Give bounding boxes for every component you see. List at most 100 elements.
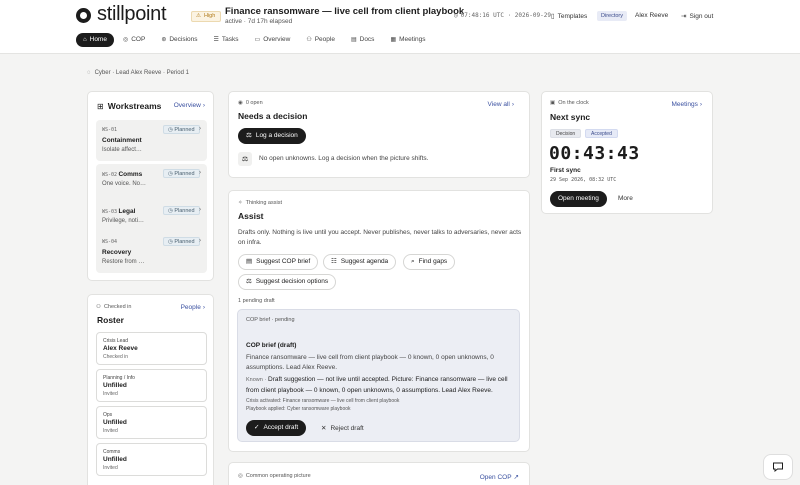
decisions-icon: ⊛	[161, 37, 167, 43]
roster-role: Planning / Info	[103, 375, 135, 381]
accept-draft-button[interactable]: ✓ Accept draft	[246, 420, 307, 436]
nav-label: Tasks	[221, 36, 239, 43]
nav-overview[interactable]: ▭ Overview	[248, 33, 298, 47]
suggest-agenda-button[interactable]: ☷ Suggest agenda	[323, 254, 397, 270]
brand-name[interactable]: stillpoint	[97, 3, 167, 26]
button-label: Suggest decision options	[255, 278, 329, 285]
workstreams-title: Workstreams	[107, 101, 162, 111]
sparkle-icon: ✧	[238, 200, 243, 206]
view-all-link[interactable]: View all ›	[488, 101, 514, 108]
roster-status: Checked in	[103, 354, 129, 360]
meetings-link[interactable]: Meetings ›	[671, 101, 702, 108]
people-icon: ⚇	[306, 37, 312, 43]
countdown-timer: 00:43:43	[549, 143, 640, 164]
people-icon: ⚇	[96, 304, 101, 310]
nav-tasks[interactable]: ☰ Tasks	[207, 33, 246, 47]
draft-meta: Playbook applied: Cyber ransomware playb…	[246, 406, 351, 412]
suggest-decision-options-button[interactable]: ⚖ Suggest decision options	[238, 274, 337, 290]
cop-card: ◎ Common operating picture Open COP ↗	[228, 462, 530, 485]
clock-square-icon: ▣	[550, 100, 556, 106]
find-gaps-button[interactable]: ⌕ Find gaps	[403, 254, 456, 270]
sync-datetime: 29 Sep 2026, 08:32 UTC	[550, 177, 617, 183]
roster-item[interactable]: Crisis Lead Alex Reeve Checked in	[96, 332, 207, 365]
grid-icon: ⊞	[97, 101, 104, 111]
open-meeting-button[interactable]: Open meeting	[550, 191, 607, 207]
roster-title: Roster	[97, 315, 124, 325]
roster-item[interactable]: Planning / Info Unfilled Invited	[96, 369, 207, 402]
main-nav: ⌂ Home ◎ COP ⊛ Decisions ☰ Tasks ▭ Overview ⚇…	[76, 33, 432, 47]
kicker-text: Common operating picture	[245, 473, 311, 479]
button-label: Find gaps	[418, 258, 448, 265]
link-label: Overview	[173, 102, 201, 109]
suggest-cop-brief-button[interactable]: ▤ Suggest COP brief	[238, 254, 319, 270]
workstream-item[interactable]: WS-04 ◷ Planned › Recovery Restore from …	[96, 232, 207, 273]
nav-meetings[interactable]: ▦ Meetings	[383, 33, 432, 47]
kicker-text: 0 open	[245, 100, 263, 106]
tasks-icon: ☰	[213, 37, 219, 43]
dot-icon: ◉	[238, 100, 243, 106]
gavel-icon: ⚖	[246, 132, 252, 139]
severity-badge: ⚠ High	[191, 11, 222, 22]
logo-mark	[76, 8, 91, 23]
chevron-right-icon: ›	[202, 304, 205, 311]
nav-label: Overview	[263, 36, 291, 43]
workstream-code: WS-03	[102, 209, 118, 215]
nav-decisions[interactable]: ⊛ Decisions	[154, 33, 204, 47]
chat-icon	[773, 462, 783, 473]
overview-icon: ▭	[254, 37, 261, 43]
button-label: Open meeting	[558, 195, 599, 202]
workstream-code: WS-02	[102, 172, 118, 178]
nav-label: Decisions	[169, 36, 198, 43]
status-label: Planned	[174, 127, 195, 133]
nav-people[interactable]: ⚇ People	[299, 33, 342, 47]
workstreams-card: ⊞ Workstreams Overview › WS-01 ◷ Planned …	[87, 91, 214, 281]
roster-role: Crisis Lead	[103, 338, 129, 344]
assist-description: Drafts only. Nothing is live until you a…	[238, 229, 522, 246]
roster-item[interactable]: Ops Unfilled Invited	[96, 406, 207, 439]
gavel-icon: ⚖	[246, 278, 252, 285]
next-sync-card: ▣ On the clock Meetings › Next sync Decisi…	[541, 91, 713, 214]
workstream-name: Recovery	[102, 249, 132, 256]
incident-title: Finance ransomware — live cell from clie…	[225, 6, 465, 17]
status-badge: ◷ Planned	[163, 237, 200, 246]
decision-kicker: ◉ 0 open	[238, 100, 263, 106]
reject-draft-button[interactable]: ✕ Reject draft	[321, 424, 364, 433]
nav-label: Docs	[359, 36, 375, 43]
open-cop-link[interactable]: Open COP ↗	[480, 473, 519, 482]
draft-title: COP brief (draft)	[246, 342, 297, 349]
clock-icon: ◷	[454, 12, 458, 19]
nav-home[interactable]: ⌂ Home	[76, 33, 114, 47]
chevron-right-icon: ›	[699, 101, 702, 108]
signout-label: Sign out	[689, 12, 714, 20]
directory-badge[interactable]: Directory	[597, 11, 628, 21]
assist-title: Assist	[238, 211, 264, 221]
chevron-right-icon: ›	[511, 101, 514, 108]
log-decision-button[interactable]: ⚖ Log a decision	[238, 128, 306, 144]
workstream-desc: One voice. No…	[102, 181, 147, 187]
chat-button[interactable]	[763, 454, 793, 480]
workstreams-overview-link[interactable]: Overview ›	[174, 102, 205, 109]
workstream-desc: Restore from …	[102, 259, 145, 265]
document-icon: ▤	[246, 258, 253, 265]
roster-item[interactable]: Comms Unfilled Invited	[96, 443, 207, 476]
decision-tag: Decision	[550, 129, 582, 138]
nav-docs[interactable]: ▤ Docs	[344, 33, 381, 47]
roster-kicker: ⚇ Checked in	[96, 304, 131, 310]
assist-kicker: ✧ Thinking assist	[238, 200, 282, 206]
status-badge: ◷ Planned	[163, 125, 200, 134]
templates-link[interactable]: ▯ Templates	[551, 12, 588, 21]
decision-card: ◉ 0 open View all › Needs a decision ⚖ Log …	[228, 91, 530, 178]
workstream-name: Comms	[118, 171, 143, 178]
workstream-item[interactable]: WS-01 ◷ Planned › Containment Isolate af…	[96, 120, 207, 161]
kicker-text: Checked in	[103, 304, 132, 310]
docs-icon: ▤	[350, 37, 357, 43]
roster-people-link[interactable]: People ›	[181, 304, 205, 311]
decision-title: Needs a decision	[238, 111, 308, 121]
templates-label: Templates	[557, 12, 588, 20]
more-button[interactable]: More	[618, 195, 633, 202]
user-name[interactable]: Alex Reeve	[635, 12, 668, 19]
nav-cop[interactable]: ◎ COP	[116, 33, 152, 47]
sync-label: First sync	[550, 167, 581, 174]
signout-button[interactable]: ⇥ Sign out	[681, 12, 714, 21]
button-label: Log a decision	[255, 132, 298, 139]
